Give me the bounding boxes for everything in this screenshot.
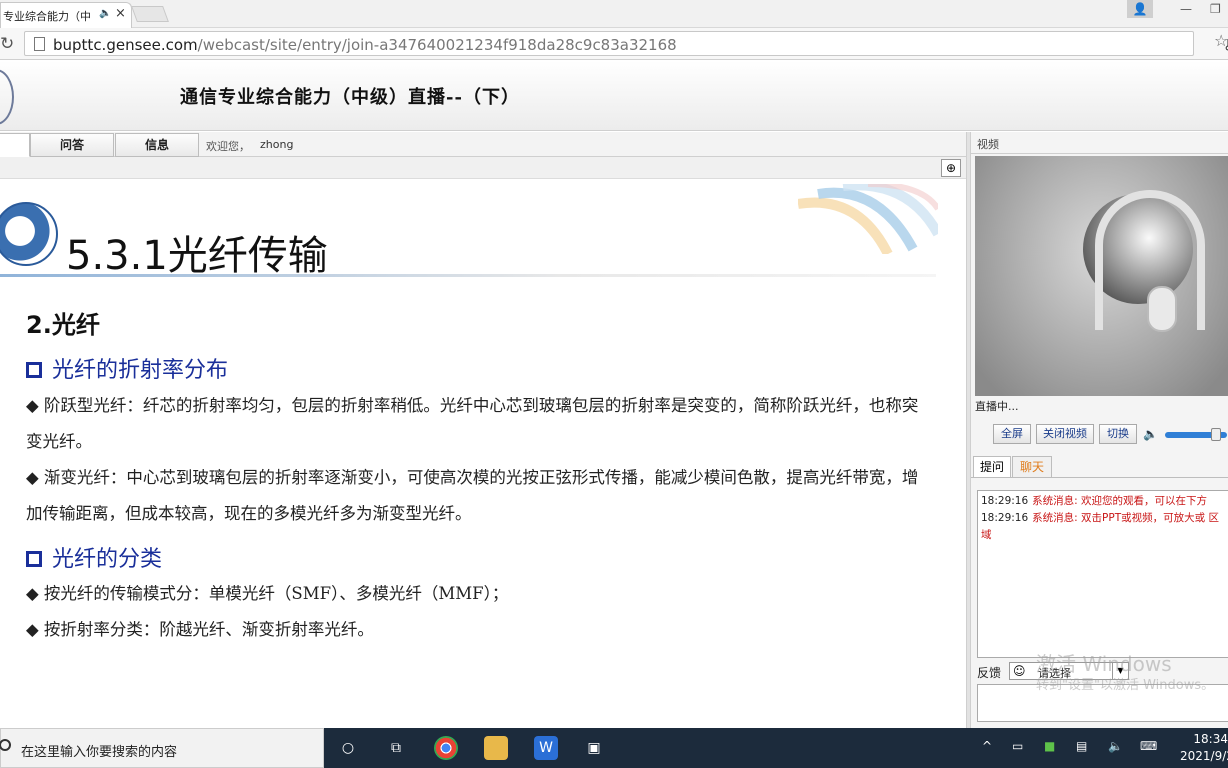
wps-icon[interactable]: W bbox=[534, 736, 558, 760]
close-video-button[interactable]: 关闭视频 bbox=[1036, 424, 1094, 444]
video-app-icon[interactable]: ▣ bbox=[582, 736, 606, 760]
cortana-icon[interactable]: ○ bbox=[336, 736, 360, 760]
chat-tabs: 提问 聊天 bbox=[971, 454, 1228, 478]
username-label: zhong bbox=[260, 138, 294, 151]
smiley-icon: ☺ bbox=[1013, 664, 1026, 678]
page-icon bbox=[34, 37, 45, 51]
taskbar-search-placeholder: 在这里输入你要搜索的内容 bbox=[21, 745, 178, 760]
fullscreen-button[interactable]: 全屏 bbox=[993, 424, 1031, 444]
browser-tab[interactable]: 专业综合能力（中 🔈 × bbox=[0, 2, 132, 28]
tab-chat[interactable]: 聊天 bbox=[1012, 456, 1052, 478]
star-icon[interactable]: ☆ bbox=[1214, 31, 1228, 50]
paragraph-refractive: ◆ 按折射率分类：阶越光纤、渐变折射率光纤。 bbox=[26, 620, 374, 639]
volume-slider-handle[interactable] bbox=[1211, 428, 1221, 441]
close-icon[interactable]: × bbox=[115, 6, 126, 21]
url-input[interactable]: bupttc.gensee.com/webcast/site/entry/joi… bbox=[24, 31, 1228, 56]
paragraph-step-index: ◆ 阶跃型光纤：纤芯的折射率均匀，包层的折射率稍低。光纤中心芯到玻璃包层的折射率… bbox=[26, 396, 919, 451]
zoom-in-icon[interactable]: ⊕ bbox=[941, 159, 961, 177]
nvidia-icon[interactable]: ■ bbox=[1044, 739, 1055, 753]
page-title: 通信专业综合能力（中级）直播--（下） bbox=[180, 87, 520, 108]
url-text: bupttc.gensee.com/webcast/site/entry/joi… bbox=[53, 36, 677, 54]
video-header: 视频 bbox=[971, 136, 1228, 154]
task-view-icon[interactable]: ⧉ bbox=[384, 736, 408, 760]
tab-title: 专业综合能力（中 bbox=[3, 10, 91, 23]
page-header: 通信专业综合能力（中级）直播--（下） bbox=[0, 61, 1228, 131]
square-bullet-icon bbox=[26, 551, 42, 567]
user-icon[interactable]: 👤 bbox=[1127, 0, 1153, 18]
slide-canvas[interactable]: 5.3.1光纤传输 2.光纤 光纤的折射率分布 ◆ 阶跃型光纤：纤芯的折射率均匀… bbox=[0, 180, 966, 728]
headset-earpiece-icon bbox=[1147, 286, 1177, 332]
taskbar: 在这里输入你要搜索的内容 ○ ⧉ W ▣ ^ ▭ ■ ▤ 🔈 ⌨ 18:34 2… bbox=[0, 728, 1228, 768]
square-bullet-icon bbox=[26, 362, 42, 378]
feedback-label: 反馈 bbox=[977, 666, 1002, 680]
right-panel: 视频 直播中... 全屏 关闭视频 切换 🔈 提问 聊天 18:29:16 系统消… bbox=[970, 132, 1228, 728]
activation-watermark-hint: 转到"设置"以激活 Windows。 bbox=[1036, 678, 1215, 693]
taskbar-clock[interactable]: 18:34 2021/9/2 bbox=[1180, 731, 1228, 765]
tab-document[interactable] bbox=[0, 133, 30, 157]
chrome-icon[interactable] bbox=[434, 736, 458, 760]
slide-subheading: 2.光纤 bbox=[26, 311, 100, 339]
tab-qa[interactable]: 问答 bbox=[30, 133, 114, 157]
slide-logo-icon bbox=[0, 202, 58, 266]
minimize-icon[interactable]: — bbox=[1180, 2, 1192, 16]
slide-toolbar: ⊕ bbox=[0, 157, 966, 179]
keyboard-icon[interactable]: ⌨ bbox=[1140, 739, 1157, 753]
volume-icon[interactable]: 🔈 bbox=[1143, 427, 1158, 441]
speaker-icon: 🔈 bbox=[99, 8, 112, 19]
chat-log[interactable]: 18:29:16 系统消息: 欢迎您的观看，可以在下方 18:29:16 系统消息:… bbox=[977, 490, 1228, 658]
section-refractive-index: 光纤的折射率分布 bbox=[26, 352, 228, 384]
tab-ask[interactable]: 提问 bbox=[973, 456, 1011, 478]
search-icon bbox=[0, 739, 11, 751]
reload-icon[interactable]: ↻ bbox=[0, 34, 14, 54]
restore-icon[interactable]: ❐ bbox=[1210, 2, 1221, 16]
activation-watermark: 激活 Windows bbox=[1036, 652, 1172, 676]
university-logo-icon bbox=[0, 69, 14, 125]
browser-tab-bar: 专业综合能力（中 🔈 × 👤 — ❐ bbox=[0, 0, 1228, 28]
volume-tray-icon[interactable]: 🔈 bbox=[1108, 739, 1123, 753]
video-player[interactable] bbox=[975, 156, 1228, 396]
network-icon[interactable]: ▤ bbox=[1076, 739, 1087, 753]
new-tab-button[interactable] bbox=[131, 6, 169, 22]
chat-message: 18:29:16 系统消息: 欢迎您的观看，可以在下方 bbox=[981, 495, 1208, 507]
chevron-up-icon[interactable]: ^ bbox=[982, 739, 992, 753]
paragraph-mode: ◆ 按光纤的传输模式分：单模光纤（SMF）、多模光纤（MMF）； bbox=[26, 584, 509, 603]
switch-button[interactable]: 切换 bbox=[1099, 424, 1137, 444]
section-classification: 光纤的分类 bbox=[26, 541, 162, 573]
battery-icon[interactable]: ▭ bbox=[1012, 739, 1023, 753]
chat-message: 18:29:16 系统消息: 双击PPT或视频，可放大或 区域 bbox=[981, 512, 1219, 541]
live-status: 直播中... bbox=[975, 400, 1019, 413]
welcome-label: 欢迎您， bbox=[206, 140, 250, 153]
paragraph-graded-index: ◆ 渐变光纤：中心芯到玻璃包层的折射率逐渐变小，可使高次模的光按正弦形式传播，能… bbox=[26, 468, 919, 523]
taskbar-search[interactable]: 在这里输入你要搜索的内容 bbox=[0, 728, 324, 768]
decorative-swoosh-icon bbox=[798, 184, 938, 254]
content-tabs: 问答 信息 欢迎您， zhong bbox=[0, 132, 966, 157]
slide-heading: 5.3.1光纤传输 bbox=[66, 233, 328, 279]
file-explorer-icon[interactable] bbox=[484, 736, 508, 760]
tab-info[interactable]: 信息 bbox=[115, 133, 199, 157]
address-bar: ↻ bupttc.gensee.com/webcast/site/entry/j… bbox=[0, 28, 1228, 60]
heading-divider bbox=[0, 274, 936, 277]
